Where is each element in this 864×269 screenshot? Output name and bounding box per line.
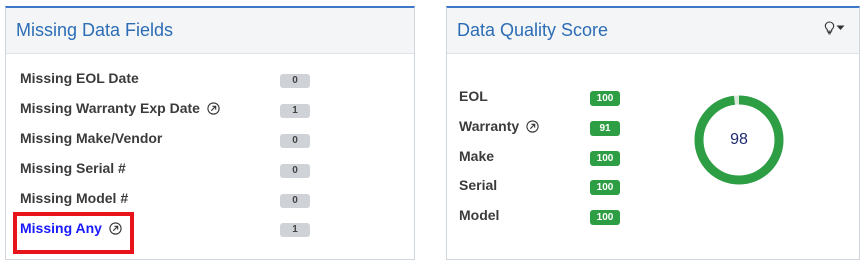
missing-warranty-row: Missing Warranty Exp Date bbox=[20, 97, 220, 119]
external-link-icon[interactable] bbox=[109, 221, 122, 235]
quality-make-score: 100 bbox=[590, 151, 620, 166]
quality-warranty-label: Warranty bbox=[459, 118, 520, 134]
missing-any-link[interactable]: Missing Any bbox=[20, 220, 102, 236]
missing-model-row: Missing Model # bbox=[20, 187, 128, 209]
missing-model-count: 0 bbox=[280, 194, 310, 208]
quality-model-row: Model bbox=[459, 204, 499, 226]
quality-eol-row: EOL bbox=[459, 85, 488, 107]
panel-title: Data Quality Score bbox=[457, 20, 609, 40]
insights-menu-button[interactable] bbox=[824, 21, 845, 35]
missing-make-count: 0 bbox=[280, 134, 310, 148]
missing-warranty-count: 1 bbox=[280, 104, 310, 118]
quality-serial-label: Serial bbox=[459, 177, 498, 193]
quality-warranty-row: Warranty bbox=[459, 115, 539, 137]
missing-serial-count: 0 bbox=[280, 164, 310, 178]
lightbulb-icon bbox=[824, 21, 835, 35]
chevron-down-icon bbox=[836, 25, 845, 30]
panel-title: Missing Data Fields bbox=[16, 20, 174, 40]
quality-make-row: Make bbox=[459, 145, 494, 167]
data-quality-score-panel: Data Quality Score EOL 100 Warranty 91 M… bbox=[446, 6, 860, 260]
quality-model-score: 100 bbox=[590, 210, 620, 225]
panel-header: Missing Data Fields bbox=[6, 8, 414, 54]
missing-serial-label: Missing Serial # bbox=[20, 160, 126, 176]
missing-model-label: Missing Model # bbox=[20, 190, 129, 206]
quality-serial-score: 100 bbox=[590, 180, 620, 195]
missing-warranty-label: Missing Warranty Exp Date bbox=[20, 100, 200, 116]
quality-make-label: Make bbox=[459, 148, 495, 164]
quality-serial-row: Serial bbox=[459, 174, 497, 196]
external-link-icon[interactable] bbox=[526, 119, 539, 133]
quality-eol-score: 100 bbox=[590, 91, 620, 106]
overall-score-gauge: 98 bbox=[693, 94, 785, 186]
missing-make-row: Missing Make/Vendor bbox=[20, 127, 162, 149]
missing-data-fields-panel: Missing Data Fields Missing EOL Date 0 M… bbox=[5, 6, 415, 260]
external-link-icon[interactable] bbox=[207, 101, 220, 115]
missing-make-label: Missing Make/Vendor bbox=[20, 130, 163, 146]
overall-score-value: 98 bbox=[730, 131, 748, 148]
missing-serial-row: Missing Serial # bbox=[20, 157, 126, 179]
missing-eol-label: Missing EOL Date bbox=[20, 70, 139, 86]
quality-model-label: Model bbox=[459, 207, 500, 223]
quality-warranty-score: 91 bbox=[590, 121, 620, 136]
missing-eol-count: 0 bbox=[280, 74, 310, 88]
missing-any-row[interactable]: Missing Any bbox=[20, 217, 122, 239]
panel-header: Data Quality Score bbox=[447, 8, 859, 54]
missing-eol-row: Missing EOL Date bbox=[20, 67, 139, 89]
quality-eol-label: EOL bbox=[459, 88, 488, 104]
missing-any-count: 1 bbox=[280, 223, 310, 237]
